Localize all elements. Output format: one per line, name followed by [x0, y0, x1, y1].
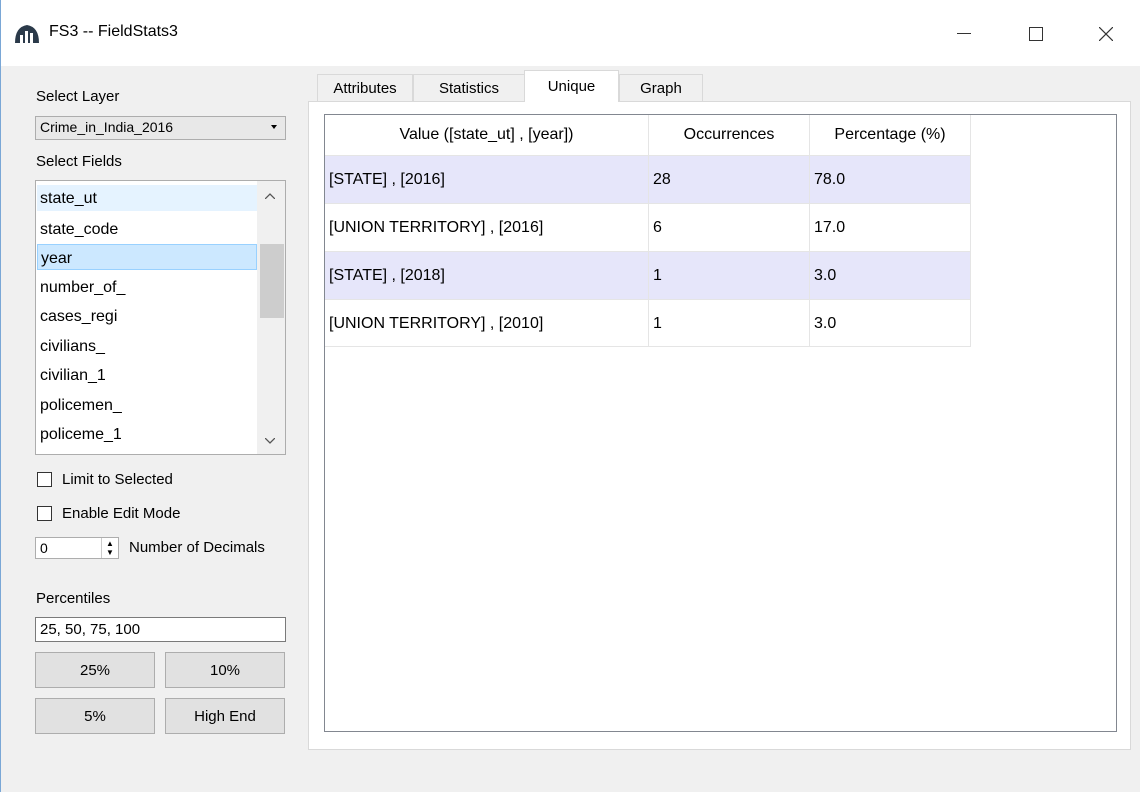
window-title: FS3 -- FieldStats3	[49, 23, 178, 40]
column-header-value[interactable]: Value ([state_ut] , [year])	[325, 115, 648, 155]
table-cell[interactable]: 1	[648, 252, 809, 299]
percentile-25-button[interactable]: 25%	[35, 652, 155, 688]
tab-attributes[interactable]: Attributes	[317, 74, 413, 101]
list-item[interactable]: state_ut	[37, 185, 257, 211]
app-logo-icon	[15, 25, 39, 43]
tab-unique[interactable]: Unique	[524, 70, 619, 102]
tab-statistics[interactable]: Statistics	[413, 74, 525, 101]
decimals-label: Number of Decimals	[129, 539, 265, 556]
unique-tab-panel: Value ([state_ut] , [year]) Occurrences …	[308, 101, 1131, 750]
list-item[interactable]: policeme_1	[37, 421, 257, 447]
high-end-button[interactable]: High End	[165, 698, 285, 734]
table-cell[interactable]: [STATE] , [2016]	[325, 156, 648, 203]
fields-scrollbar[interactable]	[257, 181, 285, 454]
chevron-down-icon	[271, 125, 277, 129]
percentiles-input[interactable]: 25, 50, 75, 100	[35, 617, 286, 642]
checkbox-box[interactable]	[37, 471, 52, 487]
column-header-occurrences[interactable]: Occurrences	[648, 115, 809, 155]
table-row[interactable]: [UNION TERRITORY] , [2010] 1 3.0	[325, 299, 971, 347]
minimize-button[interactable]	[941, 12, 987, 56]
app-window: FS3 -- FieldStats3 Select Layer Crime_in…	[0, 0, 1140, 792]
checkbox-box[interactable]	[37, 505, 52, 521]
maximize-button[interactable]	[1013, 12, 1059, 56]
tab-graph[interactable]: Graph	[619, 74, 703, 101]
minimize-icon	[957, 33, 971, 34]
select-fields-label: Select Fields	[36, 153, 122, 170]
table-cell[interactable]: 1	[648, 300, 809, 347]
unique-values-table[interactable]: Value ([state_ut] , [year]) Occurrences …	[324, 114, 1117, 732]
limit-to-selected-checkbox[interactable]: Limit to Selected	[37, 469, 173, 489]
list-item[interactable]: number_of_	[37, 274, 257, 300]
chevron-up-icon[interactable]	[265, 193, 275, 199]
list-item[interactable]: state_code	[37, 216, 257, 242]
layer-combobox[interactable]: Crime_in_India_2016	[35, 116, 286, 140]
table-cell[interactable]: [STATE] , [2018]	[325, 252, 648, 299]
close-icon	[1099, 27, 1113, 41]
table-cell[interactable]: 3.0	[809, 300, 971, 347]
close-button[interactable]	[1083, 12, 1129, 56]
percentiles-label: Percentiles	[36, 590, 111, 607]
title-bar[interactable]: FS3 -- FieldStats3	[1, 0, 1140, 66]
enable-edit-mode-checkbox[interactable]: Enable Edit Mode	[37, 503, 180, 523]
list-item[interactable]: year	[37, 244, 257, 270]
fields-listbox[interactable]: state_ut state_code year number_of_ case…	[35, 180, 286, 455]
list-item[interactable]: cases_regi	[37, 303, 257, 329]
table-cell[interactable]: 3.0	[809, 252, 971, 299]
table-cell[interactable]: 17.0	[809, 204, 971, 251]
select-layer-label: Select Layer	[36, 88, 120, 105]
table-row[interactable]: [STATE] , [2016] 28 78.0	[325, 155, 971, 203]
table-cell[interactable]: 78.0	[809, 156, 971, 203]
table-cell[interactable]: 28	[648, 156, 809, 203]
limit-to-selected-label: Limit to Selected	[62, 470, 173, 488]
table-cell[interactable]: [UNION TERRITORY] , [2016]	[325, 204, 648, 251]
table-row[interactable]: [UNION TERRITORY] , [2016] 6 17.0	[325, 203, 971, 251]
spin-up-icon[interactable]: ▲	[106, 540, 114, 548]
maximize-icon	[1029, 27, 1043, 41]
list-item[interactable]: civilians_	[37, 333, 257, 359]
table-row[interactable]: [STATE] , [2018] 1 3.0	[325, 251, 971, 299]
decimals-value: 0	[40, 540, 48, 556]
column-header-percentage[interactable]: Percentage (%)	[809, 115, 971, 155]
enable-edit-mode-label: Enable Edit Mode	[62, 504, 181, 522]
decimals-spinbox[interactable]: 0 ▲ ▼	[35, 537, 119, 559]
table-cell[interactable]: [UNION TERRITORY] , [2010]	[325, 300, 648, 347]
percentile-10-button[interactable]: 10%	[165, 652, 285, 688]
list-item[interactable]: policemen_	[37, 392, 257, 418]
list-item[interactable]: civilian_1	[37, 362, 257, 388]
spin-down-icon[interactable]: ▼	[106, 549, 114, 557]
layer-combobox-value: Crime_in_India_2016	[40, 119, 174, 135]
percentile-5-button[interactable]: 5%	[35, 698, 155, 734]
spin-buttons[interactable]: ▲ ▼	[101, 538, 118, 558]
table-cell[interactable]: 6	[648, 204, 809, 251]
chevron-down-icon[interactable]	[265, 438, 275, 444]
scrollbar-thumb[interactable]	[260, 244, 284, 318]
